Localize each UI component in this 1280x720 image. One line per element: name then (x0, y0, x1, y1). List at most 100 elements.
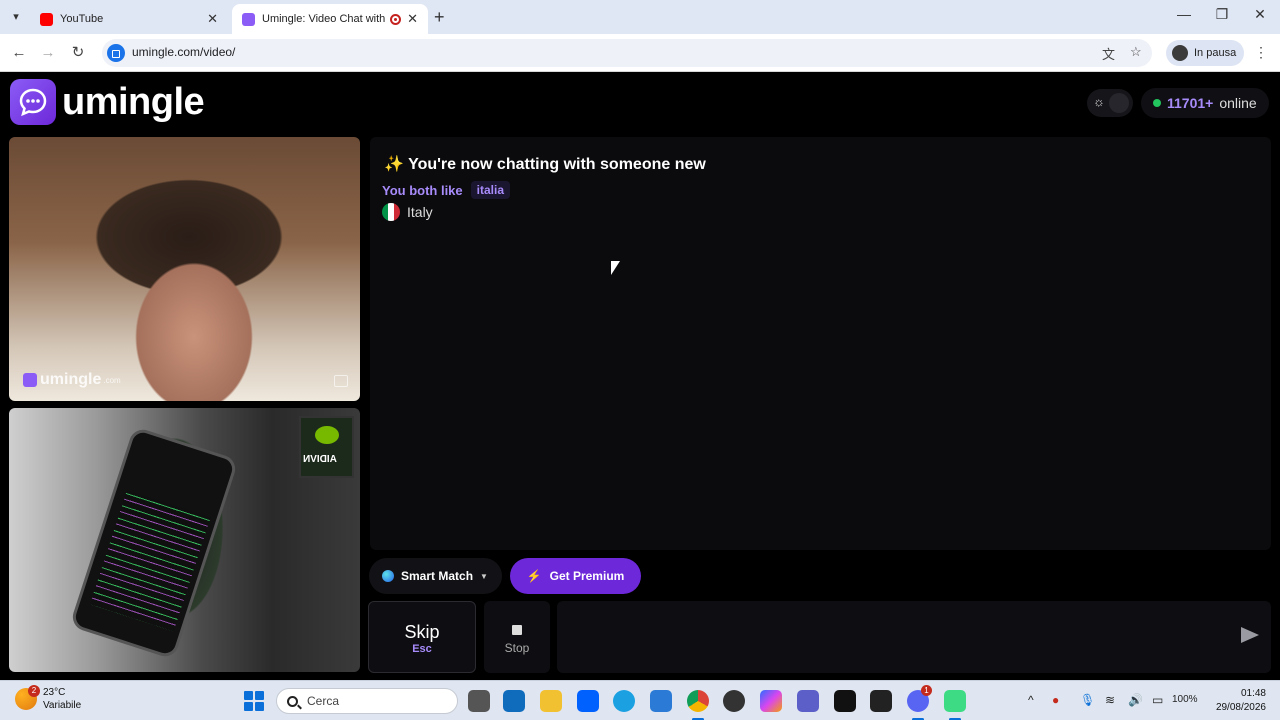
minimize-icon[interactable]: — (1172, 6, 1196, 22)
volume-icon[interactable]: 🔊 (1128, 693, 1143, 707)
wifi-icon[interactable]: ≋ (1105, 693, 1115, 707)
menu-kebab-icon[interactable]: ⋮ (1254, 44, 1268, 61)
interest-tag: italia (470, 181, 511, 199)
restore-icon[interactable]: ❐ (1210, 6, 1234, 23)
tab-youtube[interactable]: YouTube ✕ (30, 4, 228, 34)
stop-label: Stop (504, 641, 530, 655)
taskbar-search-input[interactable]: Cerca (276, 688, 458, 714)
new-tab-plus-icon[interactable]: + (434, 7, 445, 28)
chat-panel: ✨ You're now chatting with someone new Y… (370, 137, 1271, 550)
nvidia-logo: AIDIVN (299, 416, 354, 478)
copilot-icon[interactable] (760, 690, 782, 712)
tray-chevron-up-icon[interactable]: ^ (1028, 693, 1034, 707)
stranger-video: umingle .com (9, 137, 360, 401)
stranger-country: Italy (382, 203, 433, 221)
clock[interactable]: 01:48 29/08/2026 (1212, 687, 1266, 715)
discord-icon[interactable]: 1 (907, 685, 932, 720)
forward-arrow-icon[interactable]: → (37, 42, 59, 64)
weather-desc: Variabile (43, 700, 82, 711)
discord-badge: 1 (921, 685, 932, 696)
weather-temp: 23°C (43, 687, 66, 698)
toggle-knob (1109, 93, 1129, 113)
bookmark-star-icon[interactable]: ☆ (1130, 44, 1142, 60)
chat-bubble-icon (10, 79, 56, 125)
dropbox-icon[interactable] (577, 690, 599, 712)
umingle-favicon-icon (242, 12, 255, 26)
file-explorer-icon[interactable] (540, 690, 562, 712)
browser-tab-strip: ▾ YouTube ✕ Umingle: Video Chat with S ✕… (0, 0, 1280, 34)
report-flag-icon[interactable] (334, 375, 348, 387)
battery-percent: 100% (1172, 694, 1198, 705)
country-name: Italy (407, 204, 433, 220)
task-view-icon[interactable] (468, 690, 490, 712)
phone-in-hand (69, 426, 239, 660)
recording-icon (390, 13, 402, 25)
shared-interests: You both like italia (382, 181, 511, 199)
url-text: umingle.com/video/ (132, 45, 236, 59)
edge-icon[interactable] (613, 690, 635, 712)
chevron-down-icon: ▼ (480, 571, 488, 581)
store-icon[interactable] (650, 690, 672, 712)
site-logo[interactable]: umingle (10, 79, 205, 125)
reload-icon[interactable]: ↻ (67, 42, 89, 64)
weather-widget[interactable]: 2 23°C Variabile (15, 685, 81, 712)
get-premium-button[interactable]: ⚡ Get Premium (510, 558, 641, 594)
antivirus-icon[interactable]: ● (1052, 693, 1059, 707)
chrome-icon[interactable] (687, 690, 709, 720)
mouse-cursor-icon (611, 261, 620, 275)
both-like-label: You both like (382, 182, 463, 198)
windows-taskbar: 2 23°C Variabile Cerca 1 ^ ● 🎙 ≋ 🔊 ▭ 100… (0, 680, 1280, 720)
android-app-icon[interactable] (944, 690, 966, 720)
page-content: umingle ☼ 11701+ online umingle .com AID… (0, 72, 1280, 680)
search-placeholder: Cerca (307, 694, 340, 708)
skip-button[interactable]: Skip Esc (368, 601, 476, 673)
nvidia-eye-icon (315, 426, 339, 444)
self-video: AIDIVN (9, 408, 360, 672)
search-icon (287, 695, 298, 707)
skip-label: Skip (404, 622, 440, 642)
tab-title: Umingle: Video Chat with S (262, 13, 387, 25)
obs-icon[interactable] (723, 690, 745, 712)
lightning-icon: ⚡ (526, 569, 542, 583)
tab-search-chevron-icon[interactable]: ▾ (6, 8, 26, 26)
back-arrow-icon[interactable]: ← (8, 42, 30, 64)
online-label: online (1219, 95, 1257, 111)
message-input[interactable] (557, 601, 1271, 673)
camera-site-icon[interactable] (107, 44, 125, 62)
window-close-icon[interactable]: ✕ (1248, 6, 1272, 23)
teams-icon[interactable] (797, 690, 819, 712)
capcut-icon[interactable] (870, 690, 892, 712)
close-icon[interactable]: ✕ (207, 11, 218, 27)
battery-icon[interactable]: ▭ (1152, 693, 1163, 707)
sun-icon: ☼ (1093, 94, 1105, 109)
send-icon[interactable] (1241, 627, 1259, 643)
video-watermark: umingle .com (23, 371, 121, 389)
smart-match-dropdown[interactable]: Smart Match ▼ (369, 558, 502, 594)
microphone-icon[interactable]: 🎙 (1080, 693, 1095, 707)
italy-flag-icon (382, 203, 400, 221)
watermark-domain: .com (103, 375, 121, 385)
avatar (1172, 45, 1188, 61)
theme-toggle[interactable]: ☼ (1087, 89, 1133, 117)
tab-umingle[interactable]: Umingle: Video Chat with S ✕ (232, 4, 428, 34)
amazon-icon[interactable] (834, 690, 856, 712)
weather-text: 23°C Variabile (43, 686, 81, 712)
smart-match-label: Smart Match (401, 569, 474, 583)
online-count: 11701+ (1167, 95, 1214, 111)
weather-badge: 2 (28, 685, 40, 697)
profile-button[interactable]: In pausa (1166, 40, 1244, 66)
close-icon[interactable]: ✕ (407, 11, 418, 27)
windows-start-icon[interactable] (244, 691, 264, 711)
stop-button[interactable]: Stop (484, 601, 550, 673)
url-input[interactable]: umingle.com/video/ 文 ☆ (102, 39, 1152, 67)
phone-screen (89, 490, 211, 632)
outlook-icon[interactable] (503, 690, 525, 712)
weather-icon: 2 (15, 685, 40, 710)
online-counter: 11701+ online (1141, 88, 1269, 118)
translate-icon[interactable]: 文 (1102, 44, 1115, 63)
stop-square-icon (512, 625, 522, 635)
skip-shortcut: Esc (412, 643, 432, 655)
watermark-text: umingle (40, 371, 102, 388)
tab-title: YouTube (60, 13, 104, 25)
clock-date: 29/08/2026 (1215, 702, 1266, 713)
